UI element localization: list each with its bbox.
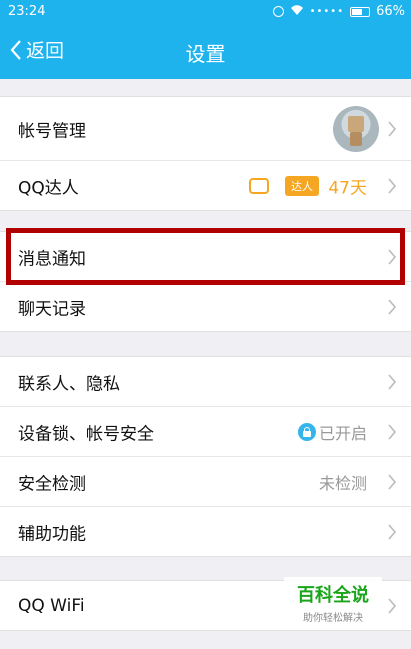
row-chat-history[interactable]: 聊天记录 xyxy=(0,282,411,331)
daren-days: 47天 xyxy=(328,178,367,198)
row-account-management[interactable]: 帐号管理 xyxy=(0,97,411,161)
daren-badge: 达人 xyxy=(285,175,319,196)
wifi-icon xyxy=(290,4,304,19)
row-label: QQ达人 xyxy=(18,178,79,198)
chevron-right-icon xyxy=(388,423,397,440)
row-label: 设备锁、帐号安全 xyxy=(18,424,154,444)
settings-group-privacy: 联系人、隐私 设备锁、帐号安全 已开启 安全检测 未检测 辅助功能 xyxy=(0,356,411,557)
row-label: 聊天记录 xyxy=(18,299,86,319)
status-time: 23:24 xyxy=(8,4,46,19)
security-check-status: 未检测 xyxy=(318,473,367,493)
row-security-check[interactable]: 安全检测 未检测 xyxy=(0,457,411,507)
chevron-right-icon xyxy=(388,473,397,490)
nav-bar: 返回 设置 xyxy=(0,24,411,79)
avatar xyxy=(333,105,379,152)
lock-icon xyxy=(298,422,316,441)
row-qq-daren[interactable]: QQ达人 达人 47天 xyxy=(0,161,411,210)
settings-group-account: 帐号管理 QQ达人 达人 47天 xyxy=(0,96,411,211)
signal-icon: ••••• xyxy=(309,6,345,17)
row-device-lock[interactable]: 设备锁、帐号安全 已开启 xyxy=(0,407,411,457)
row-label: 辅助功能 xyxy=(18,524,86,544)
row-contacts-privacy[interactable]: 联系人、隐私 xyxy=(0,357,411,407)
battery-icon xyxy=(350,6,371,17)
chevron-right-icon xyxy=(388,298,397,315)
status-indicators: ••••• 66% xyxy=(272,4,405,19)
chevron-right-icon xyxy=(388,523,397,540)
row-label: 帐号管理 xyxy=(18,121,86,141)
alarm-icon xyxy=(272,6,284,17)
status-bar: 23:24 ••••• 66% xyxy=(0,0,411,24)
app-header: 23:24 ••••• 66% 返回 设置 xyxy=(0,0,411,79)
row-accessibility[interactable]: 辅助功能 xyxy=(0,507,411,556)
watermark: 百科全说 助你轻松解决 xyxy=(284,577,382,627)
chevron-right-icon xyxy=(388,597,397,614)
watermark-title: 百科全说 xyxy=(297,585,369,606)
chevron-right-icon xyxy=(388,177,397,194)
row-label: 联系人、隐私 xyxy=(18,374,120,394)
row-label: 安全检测 xyxy=(18,474,86,494)
watermark-subtitle: 助你轻松解决 xyxy=(303,613,363,624)
daren-wing-icon xyxy=(249,177,269,194)
annotation-highlight-box xyxy=(6,228,405,285)
row-label: QQ WiFi xyxy=(18,595,85,616)
device-lock-status: 已开启 xyxy=(318,423,367,443)
page-title: 设置 xyxy=(185,42,226,66)
chevron-right-icon xyxy=(388,373,397,390)
chevron-right-icon xyxy=(388,120,397,137)
battery-percent: 66% xyxy=(376,4,405,19)
